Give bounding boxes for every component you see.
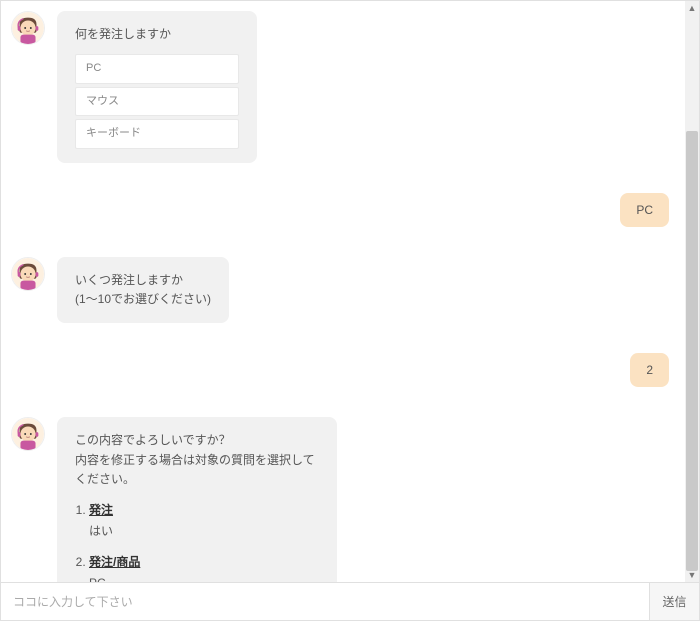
option-list: PC マウス キーボード (75, 54, 239, 149)
input-bar: 送信 (0, 583, 700, 621)
bot-avatar-icon (11, 417, 45, 451)
chat-scroll[interactable]: 何を発注しますか PC マウス キーボード PC いくつ発注します (1, 1, 685, 582)
confirm-line2: 内容を修正する場合は対象の質問を選択してください。 (75, 451, 319, 489)
confirm-label: 発注 (89, 503, 113, 517)
message-input[interactable] (1, 583, 649, 620)
chat-area: 何を発注しますか PC マウス キーボード PC いくつ発注します (0, 0, 700, 583)
scroll-down-icon[interactable]: ▼ (685, 568, 699, 582)
bot-bubble: いくつ発注しますか (1～10でお選びください) (57, 257, 229, 323)
bot-text: 何を発注しますか (75, 25, 239, 44)
scrollbar-track[interactable]: ▲ ▼ (685, 1, 699, 582)
confirm-value: PC (89, 574, 319, 582)
bot-message: 何を発注しますか PC マウス キーボード (11, 11, 675, 163)
option-pc[interactable]: PC (75, 54, 239, 84)
bot-text-line1: いくつ発注しますか (75, 271, 211, 290)
confirm-value: はい (89, 522, 319, 541)
bot-bubble: 何を発注しますか PC マウス キーボード (57, 11, 257, 163)
bot-bubble-confirm: この内容でよろしいですか？ 内容を修正する場合は対象の質問を選択してください。 … (57, 417, 337, 582)
confirm-item-1[interactable]: 発注 はい (89, 501, 319, 541)
confirm-label: 発注/商品 (89, 555, 140, 569)
confirm-line1: この内容でよろしいですか？ (75, 431, 319, 450)
user-message: PC (11, 193, 675, 227)
user-bubble: PC (620, 193, 669, 227)
bot-message: いくつ発注しますか (1～10でお選びください) (11, 257, 675, 323)
send-button[interactable]: 送信 (649, 583, 699, 620)
confirm-item-2[interactable]: 発注/商品 PC (89, 553, 319, 582)
confirm-list: 発注 はい 発注/商品 PC 発注/発注数 2 (75, 501, 319, 582)
bot-avatar-icon (11, 11, 45, 45)
chat-app: 何を発注しますか PC マウス キーボード PC いくつ発注します (0, 0, 700, 621)
scrollbar-thumb[interactable] (686, 131, 698, 571)
scroll-up-icon[interactable]: ▲ (685, 1, 699, 15)
user-message: 2 (11, 353, 675, 387)
option-mouse[interactable]: マウス (75, 87, 239, 117)
option-keyboard[interactable]: キーボード (75, 119, 239, 149)
bot-avatar-icon (11, 257, 45, 291)
bot-message-confirm: この内容でよろしいですか？ 内容を修正する場合は対象の質問を選択してください。 … (11, 417, 675, 582)
user-bubble: 2 (630, 353, 669, 387)
bot-text-line2: (1～10でお選びください) (75, 290, 211, 309)
